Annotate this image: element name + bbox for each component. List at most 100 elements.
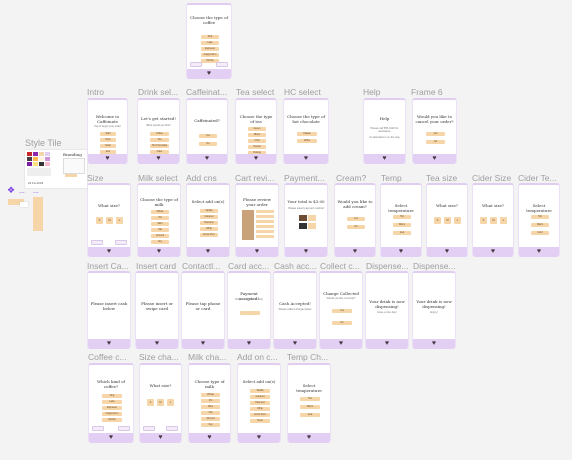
frame-dispense-1[interactable]: Your drink is now dispensing! Have a nic… bbox=[365, 271, 409, 349]
heart-icon[interactable]: ♥ bbox=[107, 248, 111, 255]
frame-caffeinated[interactable]: Caffeinated? Yes No ♥ bbox=[186, 98, 228, 164]
size-option[interactable]: L bbox=[454, 217, 461, 224]
frame-insert-cash[interactable]: Please insert cash below ♥ bbox=[87, 271, 131, 349]
heart-icon[interactable]: ♥ bbox=[156, 155, 160, 162]
size-option[interactable]: L bbox=[500, 217, 507, 224]
option-button[interactable]: Caramel bbox=[200, 215, 218, 219]
option-button[interactable]: Yes bbox=[426, 132, 445, 136]
option-button[interactable]: Coffee bbox=[150, 132, 169, 136]
frame-cash-accepted[interactable]: Cash Accepted! Please collect change bel… bbox=[273, 271, 317, 349]
card-icon[interactable] bbox=[308, 215, 316, 221]
option-button[interactable]: Yes bbox=[199, 134, 217, 138]
option-button[interactable]: Warm bbox=[300, 405, 320, 409]
option-button[interactable]: Warm bbox=[393, 223, 411, 227]
frame-temp-change[interactable]: Select temperature Hot Warm Iced ♥ bbox=[287, 363, 331, 443]
option-button[interactable]: Oat bbox=[151, 228, 169, 232]
option-button[interactable]: 2% bbox=[201, 399, 220, 403]
heart-icon[interactable]: ♥ bbox=[206, 248, 210, 255]
phone-icon[interactable] bbox=[308, 223, 316, 229]
option-button[interactable]: Latte bbox=[201, 41, 219, 45]
heart-icon[interactable]: ♥ bbox=[304, 155, 308, 162]
frame-cream[interactable]: Would you like to add cream? Yes No ♥ bbox=[334, 183, 376, 257]
heart-icon[interactable]: ♥ bbox=[158, 434, 162, 441]
option-button[interactable]: Start bbox=[100, 132, 116, 136]
frame-dispense-2[interactable]: Your drink is now dispensing! Enjoy! ♥ bbox=[412, 271, 456, 349]
cancel-button[interactable] bbox=[216, 62, 228, 67]
option-button[interactable]: Warm bbox=[531, 223, 549, 227]
size-option[interactable]: S bbox=[434, 217, 441, 224]
frame-hc-select[interactable]: Choose the type of hot chocolate Classic… bbox=[283, 98, 329, 164]
option-button[interactable]: Whole bbox=[201, 393, 220, 397]
option-button[interactable]: Green bbox=[248, 127, 266, 131]
cancel-button[interactable] bbox=[115, 240, 127, 245]
option-button[interactable]: White bbox=[297, 139, 317, 143]
frame-card-accepted[interactable]: Payment accepted! Dispensing drink short… bbox=[227, 271, 271, 349]
option-button[interactable]: Iced bbox=[393, 231, 411, 235]
option-button[interactable]: Hot bbox=[531, 215, 549, 219]
frame-size-change[interactable]: What size? S M L ♥ bbox=[139, 363, 182, 443]
heart-icon[interactable]: ♥ bbox=[382, 155, 386, 162]
option-button[interactable]: Latte bbox=[102, 400, 122, 404]
option-button[interactable]: Vanilla bbox=[250, 389, 270, 393]
frame-help[interactable]: Help Please call 555-0123 for assistance… bbox=[363, 98, 406, 164]
frame-cart-review[interactable]: Please review your order ♥ bbox=[235, 183, 279, 257]
frame-tea-select[interactable]: Choose the type of tea Green Black Chai … bbox=[235, 98, 277, 164]
frame-milk-select[interactable]: Choose the type of milk Whole 2% Skim Oa… bbox=[137, 183, 181, 257]
option-button[interactable]: Espresso bbox=[102, 406, 122, 410]
heart-icon[interactable]: ♥ bbox=[399, 248, 403, 255]
back-button[interactable] bbox=[143, 426, 155, 431]
heart-icon[interactable]: ♥ bbox=[385, 340, 389, 347]
frame-cider-size[interactable]: What size? S M L ♥ bbox=[472, 183, 514, 257]
size-option[interactable]: M bbox=[490, 217, 497, 224]
option-button[interactable]: Whole bbox=[151, 210, 169, 214]
heart-icon[interactable]: ♥ bbox=[205, 155, 209, 162]
size-option[interactable]: M bbox=[444, 217, 451, 224]
option-button[interactable]: Hazelnut bbox=[200, 221, 218, 225]
option-button[interactable]: Extra Shot bbox=[250, 413, 270, 417]
option-button[interactable]: Classic bbox=[297, 132, 317, 136]
option-button[interactable]: Order bbox=[100, 144, 116, 148]
size-option[interactable]: S bbox=[480, 217, 487, 224]
option-button[interactable]: Skim bbox=[151, 222, 169, 226]
heart-icon[interactable]: ♥ bbox=[537, 248, 541, 255]
option-button[interactable]: Help bbox=[100, 138, 116, 142]
option-button[interactable]: Exit bbox=[100, 150, 116, 154]
option-button[interactable]: No bbox=[199, 142, 217, 146]
back-button[interactable] bbox=[92, 426, 104, 431]
heart-icon[interactable]: ♥ bbox=[201, 340, 205, 347]
option-button[interactable]: Drip bbox=[201, 35, 219, 39]
option-button[interactable]: Cappuccino bbox=[102, 412, 122, 416]
option-button[interactable]: None bbox=[250, 419, 270, 423]
option-button[interactable]: Herbal bbox=[248, 145, 266, 149]
option-button[interactable]: Soy bbox=[151, 240, 169, 244]
option-button[interactable]: Drip bbox=[102, 394, 122, 398]
back-button[interactable] bbox=[91, 240, 103, 245]
heart-icon[interactable]: ♥ bbox=[105, 155, 109, 162]
frame-size[interactable]: What size? S M L ♥ bbox=[87, 183, 131, 257]
heart-icon[interactable]: ♥ bbox=[445, 248, 449, 255]
option-button[interactable]: Espresso bbox=[201, 47, 219, 51]
heart-icon[interactable]: ♥ bbox=[109, 434, 113, 441]
frame-contactless[interactable]: Please tap phone or card ♥ bbox=[181, 271, 225, 349]
option-button[interactable]: Hot bbox=[393, 215, 411, 219]
cash-icon[interactable] bbox=[299, 215, 307, 221]
heart-icon[interactable]: ♥ bbox=[155, 340, 159, 347]
option-button[interactable]: Chai bbox=[248, 139, 266, 143]
option-button[interactable]: Yes bbox=[347, 217, 365, 221]
heart-icon[interactable]: ♥ bbox=[339, 340, 343, 347]
option-button[interactable]: Extra Shot bbox=[200, 233, 218, 237]
component-card[interactable] bbox=[20, 202, 28, 207]
size-option[interactable]: S bbox=[147, 399, 154, 406]
frame-add-on-change[interactable]: Select add on(s) Vanilla Caramel Hazelnu… bbox=[237, 363, 281, 443]
heart-icon[interactable]: ♥ bbox=[491, 248, 495, 255]
cancel-button[interactable] bbox=[118, 426, 130, 431]
option-button[interactable]: Almond bbox=[151, 234, 169, 238]
option-button[interactable]: Iced bbox=[300, 413, 320, 417]
heart-icon[interactable]: ♥ bbox=[207, 70, 211, 77]
option-button[interactable]: Oat bbox=[201, 411, 220, 415]
heart-icon[interactable]: ♥ bbox=[247, 340, 251, 347]
heart-icon[interactable]: ♥ bbox=[307, 434, 311, 441]
style-tile[interactable]: Branding 22 Fa 2023 bbox=[25, 150, 87, 188]
size-option[interactable]: L bbox=[167, 399, 174, 406]
option-button[interactable]: Cider bbox=[150, 150, 169, 154]
